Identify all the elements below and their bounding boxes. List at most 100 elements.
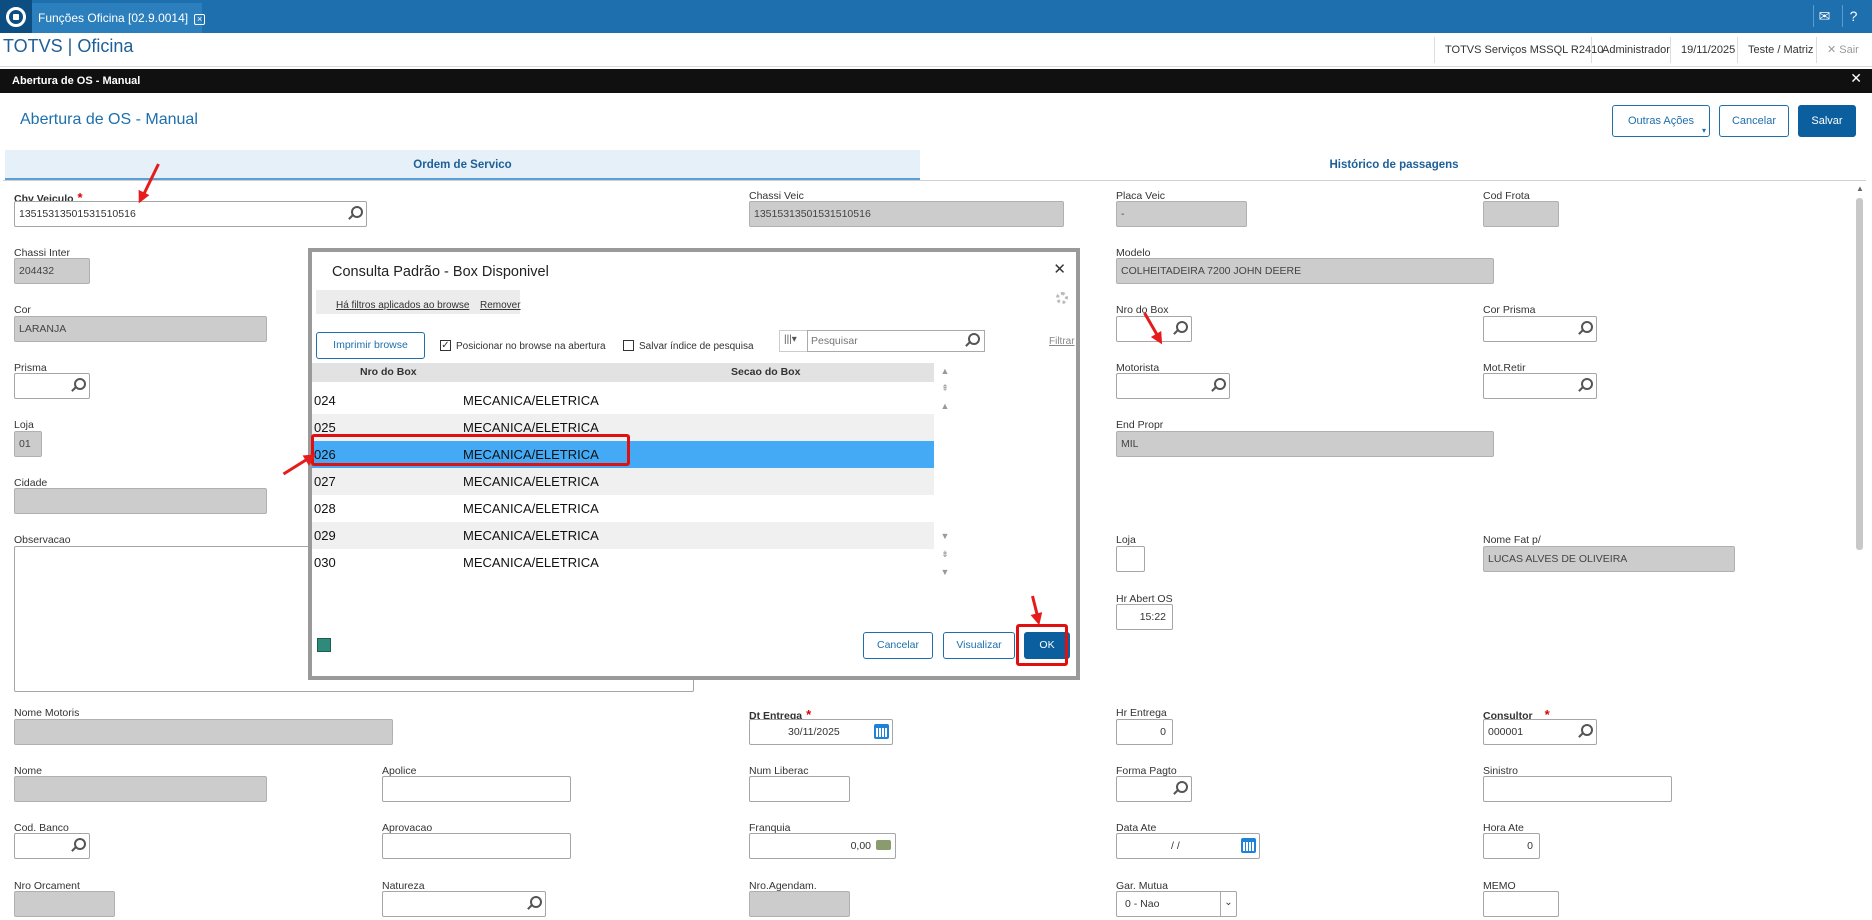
nro-box-label: Nro do Box: [1116, 304, 1169, 316]
table-row[interactable]: 029 MECANICA/ELETRICA: [312, 522, 934, 549]
mail-icon[interactable]: ✉: [1813, 5, 1835, 27]
search-icon[interactable]: [71, 838, 86, 852]
scroll-up-icon[interactable]: ▲: [1855, 184, 1865, 194]
scroll-page-down-icon[interactable]: ⇟: [938, 548, 952, 562]
tab-historico[interactable]: Histórico de passagens: [920, 150, 1868, 180]
totvs-logo-icon[interactable]: [0, 0, 32, 33]
modelo-field: COLHEITADEIRA 7200 JOHN DEERE: [1116, 258, 1494, 284]
cor-prisma-field[interactable]: [1483, 316, 1597, 342]
exit-button[interactable]: ✕ Sair: [1816, 37, 1869, 63]
scroll-top-icon[interactable]: ▲: [938, 365, 952, 379]
legend-icon[interactable]: [317, 638, 331, 652]
hr-abert-field[interactable]: 15:22: [1116, 604, 1173, 630]
save-index-checkbox[interactable]: [623, 340, 634, 351]
filter-link[interactable]: Filtrar: [1049, 336, 1075, 347]
search-input[interactable]: [807, 330, 985, 352]
row-secao: MECANICA/ELETRICA: [463, 474, 599, 489]
consultor-field[interactable]: 000001: [1483, 719, 1597, 745]
memo-field[interactable]: [1483, 891, 1559, 917]
search-icon[interactable]: [1211, 378, 1226, 392]
column-secao-box[interactable]: Secao do Box: [731, 366, 800, 378]
natureza-field[interactable]: [382, 891, 546, 917]
help-icon[interactable]: ?: [1842, 5, 1864, 27]
motorista-field[interactable]: [1116, 373, 1230, 399]
save-button[interactable]: Salvar: [1798, 105, 1856, 137]
scrollbar-thumb[interactable]: [1856, 198, 1863, 550]
user-info[interactable]: Administrador: [1591, 37, 1680, 63]
exit-label: Sair: [1839, 44, 1859, 56]
dialog-cancel-button[interactable]: Cancelar: [863, 632, 933, 659]
prisma-field[interactable]: [14, 373, 90, 399]
gear-icon[interactable]: [1056, 292, 1068, 304]
forma-pagto-field[interactable]: [1116, 776, 1192, 802]
print-browse-button[interactable]: Imprimir browse: [316, 332, 425, 359]
column-nro-box[interactable]: Nro do Box: [360, 366, 417, 378]
table-row[interactable]: 030 MECANICA/ELETRICA: [312, 549, 934, 576]
dialog-title: Consulta Padrão - Box Disponivel: [332, 264, 549, 280]
search-icon[interactable]: [1578, 321, 1593, 335]
nome-fat-field: LUCAS ALVES DE OLIVEIRA: [1483, 546, 1735, 572]
hr-entrega-field[interactable]: 0: [1116, 719, 1173, 745]
remove-filters-link[interactable]: Remover: [480, 300, 521, 311]
row-secao: MECANICA/ELETRICA: [463, 528, 599, 543]
cod-banco-field[interactable]: [14, 833, 90, 859]
apolice-field[interactable]: [382, 776, 571, 802]
scroll-page-up-icon[interactable]: ⇞: [938, 382, 952, 396]
table-row[interactable]: 027 MECANICA/ELETRICA: [312, 468, 934, 495]
scroll-down-icon[interactable]: ▼: [938, 530, 952, 544]
hora-ate-field[interactable]: 0: [1483, 833, 1540, 859]
row-nro: 028: [314, 501, 336, 516]
cancel-button[interactable]: Cancelar: [1719, 105, 1789, 137]
row-nro: 029: [314, 528, 336, 543]
scroll-up-icon[interactable]: ▲: [938, 400, 952, 414]
window-close-icon[interactable]: ✕: [1850, 70, 1862, 87]
chv-veiculo-field[interactable]: 13515313501531510516: [14, 201, 367, 227]
money-icon[interactable]: [876, 840, 891, 850]
gar-mutua-select[interactable]: 0 - Nao ⌄: [1116, 891, 1237, 917]
branch-info[interactable]: Teste / Matriz: [1737, 37, 1823, 63]
table-row[interactable]: 024 MECANICA/ELETRICA: [312, 387, 934, 414]
search-icon[interactable]: [1578, 378, 1593, 392]
end-propr-field: MIL: [1116, 431, 1494, 457]
search-icon[interactable]: [1578, 724, 1593, 738]
chevron-down-icon: ▾: [1701, 126, 1706, 135]
close-tab-icon[interactable]: ×: [194, 14, 206, 25]
nome-fat-label: Nome Fat p/: [1483, 534, 1541, 546]
nro-agendam-field: [749, 891, 850, 917]
calendar-icon[interactable]: [874, 724, 889, 739]
search-icon[interactable]: [71, 378, 86, 392]
aprovacao-field[interactable]: [382, 833, 571, 859]
close-icon[interactable]: ✕: [1053, 260, 1066, 278]
app-tab[interactable]: Funções Oficina [02.9.0014] ×: [32, 3, 206, 33]
search-icon[interactable]: [348, 206, 363, 220]
chassi-inter-field: 204432: [14, 258, 90, 284]
row-secao: MECANICA/ELETRICA: [463, 393, 599, 408]
data-ate-field[interactable]: / /: [1116, 833, 1260, 859]
date-info[interactable]: 19/11/2025: [1670, 37, 1745, 63]
table-row[interactable]: 028 MECANICA/ELETRICA: [312, 495, 934, 522]
row-nro: 024: [314, 393, 336, 408]
mot-retir-field[interactable]: [1483, 373, 1597, 399]
row-secao: MECANICA/ELETRICA: [463, 420, 599, 435]
calendar-icon[interactable]: [1241, 838, 1256, 853]
tab-ordem-servico[interactable]: Ordem de Servico: [5, 150, 920, 180]
num-liberac-field[interactable]: [749, 776, 850, 802]
view-button[interactable]: Visualizar: [943, 632, 1015, 659]
row-secao: MECANICA/ELETRICA: [463, 555, 599, 570]
loja2-field[interactable]: [1116, 546, 1145, 572]
filters-applied-link[interactable]: Há filtros aplicados ao browse: [336, 300, 469, 311]
columns-icon[interactable]: |||▾: [779, 330, 807, 352]
dt-entrega-field[interactable]: 30/11/2025: [749, 719, 893, 745]
page-scrollbar[interactable]: ▲: [1855, 184, 1865, 914]
grid-header: Nro do Box Secao do Box: [312, 363, 934, 382]
search-icon[interactable]: [527, 896, 542, 910]
search-icon[interactable]: [1173, 321, 1188, 335]
search-icon[interactable]: [965, 333, 980, 347]
nome-motoris-label: Nome Motoris: [14, 707, 80, 719]
more-actions-button[interactable]: Outras Ações ▾: [1612, 105, 1710, 137]
scroll-bottom-icon[interactable]: ▼: [938, 566, 952, 580]
search-icon[interactable]: [1173, 781, 1188, 795]
sinistro-field[interactable]: [1483, 776, 1672, 802]
franquia-field[interactable]: 0,00: [749, 833, 896, 859]
position-checkbox[interactable]: ✓: [440, 340, 451, 351]
